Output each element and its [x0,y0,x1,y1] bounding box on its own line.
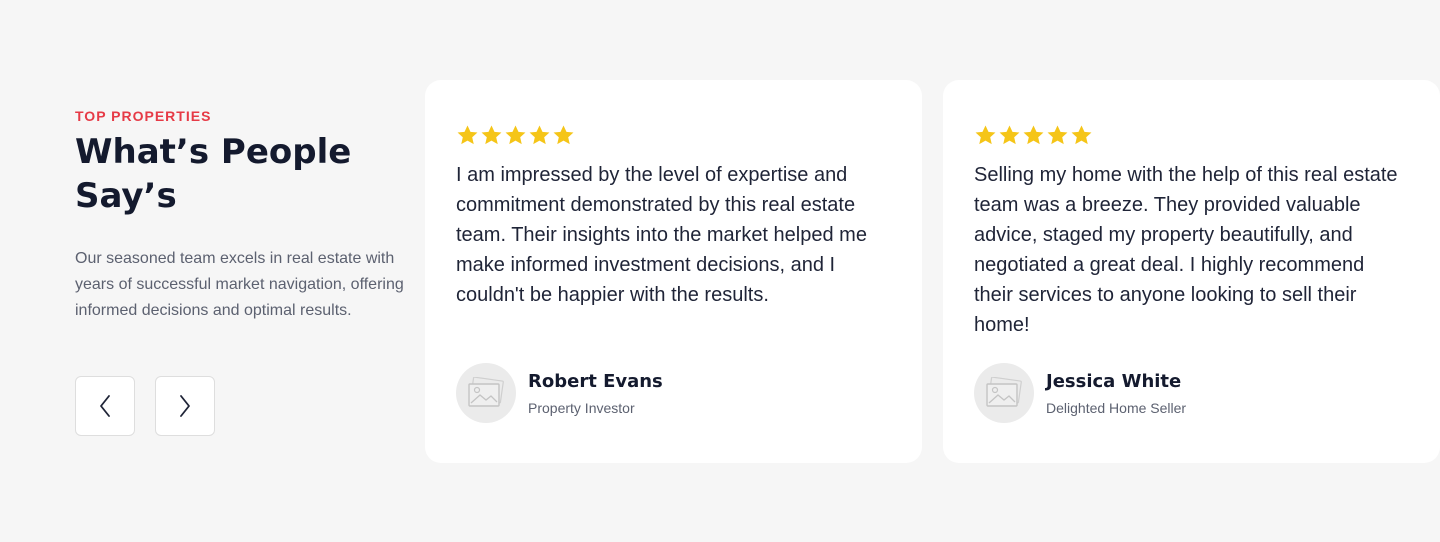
star-icon [553,124,574,144]
previous-button[interactable] [75,376,135,436]
star-rating [974,122,1409,148]
star-icon [529,124,550,144]
author-name: Jessica White [1046,370,1182,392]
star-icon [505,124,526,144]
avatar [456,363,516,423]
next-button[interactable] [155,376,215,436]
testimonials-intro: TOP PROPERTIES What’s People Say’s Our s… [75,108,405,340]
star-icon [481,124,502,144]
testimonial-quote: Selling my home with the help of this re… [974,164,1398,336]
testimonial-author: Robert Evans Property Investor [456,363,663,423]
carousel-navigation [75,376,215,436]
star-rating [456,122,891,148]
avatar [974,363,1034,423]
testimonial-card: I am impressed by the level of expertise… [425,80,922,463]
author-details: Robert Evans Property Investor [528,371,663,416]
star-icon [999,124,1020,144]
section-description: Our seasoned team excels in real estate … [75,250,404,319]
star-icon [1023,124,1044,144]
author-role: Property Investor [528,399,635,416]
author-role: Delighted Home Seller [1046,399,1187,416]
author-name: Robert Evans [528,370,663,392]
star-icon [457,124,478,144]
star-icon [1047,124,1068,144]
chevron-left-icon [100,395,110,417]
image-placeholder-icon [468,377,504,407]
section-heading: What’s People Say’s [75,132,352,216]
testimonial-card: Selling my home with the help of this re… [943,80,1440,463]
star-icon [975,124,996,144]
image-placeholder-icon [986,377,1022,407]
section-eyebrow: TOP PROPERTIES [75,108,212,124]
testimonial-quote: I am impressed by the level of expertise… [456,164,867,306]
testimonial-author: Jessica White Delighted Home Seller [974,363,1186,423]
author-details: Jessica White Delighted Home Seller [1046,371,1186,416]
star-icon [1071,124,1092,144]
chevron-right-icon [180,395,190,417]
